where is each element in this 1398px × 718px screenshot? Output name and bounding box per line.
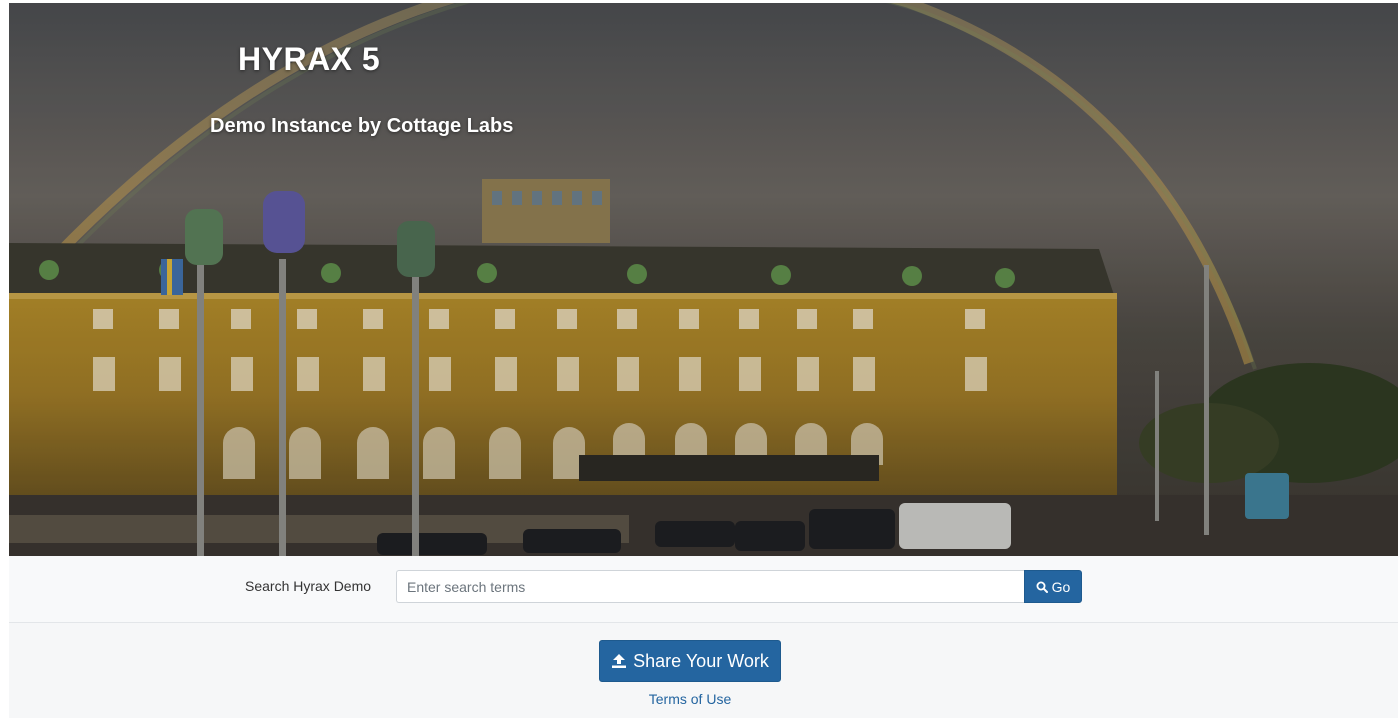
home-actions: Share Your Work Terms of Use bbox=[9, 623, 1398, 718]
hero-title: HYRAX 5 bbox=[238, 41, 381, 77]
hero-banner: HYRAX 5 Demo Instance by Cottage Labs bbox=[9, 3, 1398, 556]
search-go-button[interactable]: Go bbox=[1024, 570, 1082, 603]
hero-subtitle: Demo Instance by Cottage Labs bbox=[210, 115, 514, 137]
search-input[interactable] bbox=[396, 570, 1024, 603]
hero-background-image bbox=[9, 3, 1398, 556]
homepage: HYRAX 5 Demo Instance by Cottage Labs Se… bbox=[0, 0, 1398, 718]
search-go-label: Go bbox=[1051, 578, 1071, 595]
share-your-work-label: Share Your Work bbox=[633, 650, 769, 671]
search-label: Search Hyrax Demo bbox=[245, 578, 372, 594]
terms-of-use-link[interactable]: Terms of Use bbox=[9, 691, 1371, 707]
share-your-work-button[interactable]: Share Your Work bbox=[599, 640, 781, 682]
upload-icon bbox=[611, 653, 627, 669]
search-form: Search Hyrax Demo Go bbox=[9, 556, 1398, 623]
search-icon bbox=[1036, 581, 1048, 593]
